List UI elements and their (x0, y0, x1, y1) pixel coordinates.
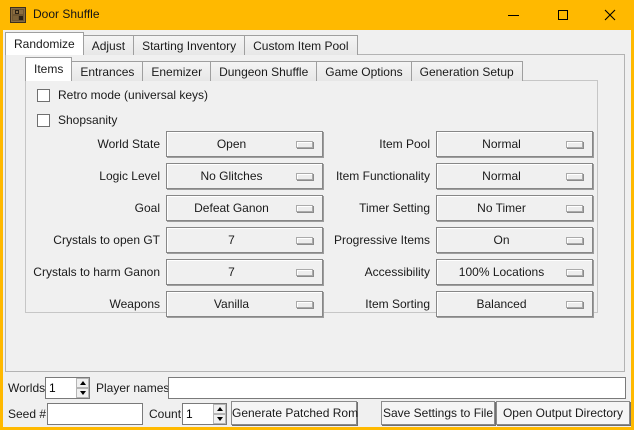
tab-enemizer[interactable]: Enemizer (142, 61, 211, 81)
crystals-ganon-label: Crystals to harm Ganon (26, 259, 160, 285)
tab-entrances[interactable]: Entrances (71, 61, 143, 81)
slot-bar-icon (566, 269, 583, 276)
window: Door Shuffle Randomize Adjust Starting I… (0, 0, 634, 430)
main-tab-bar: Randomize Adjust Starting Inventory Cust… (5, 32, 358, 55)
weapons-label: Weapons (26, 291, 160, 317)
world-state-label: World State (26, 131, 160, 157)
count-spinner[interactable] (182, 403, 227, 425)
generate-patched-rom-button[interactable]: Generate Patched Rom (231, 401, 357, 425)
worlds-spin-buttons (76, 378, 89, 398)
worlds-spin-up-button[interactable] (76, 378, 89, 388)
tab-adjust[interactable]: Adjust (83, 35, 134, 55)
timer-setting-dropdown[interactable]: No Timer (436, 195, 593, 221)
up-arrow-icon (217, 407, 223, 411)
tab-game-options[interactable]: Game Options (316, 61, 411, 81)
save-settings-button[interactable]: Save Settings to File (381, 401, 495, 425)
crystals-gt-label: Crystals to open GT (26, 227, 160, 253)
slot-bar-icon (566, 141, 583, 148)
retro-mode-checkbox[interactable] (37, 89, 50, 102)
timer-setting-label: Timer Setting (300, 195, 430, 221)
count-spin-down-button[interactable] (213, 414, 226, 424)
door-icon (10, 7, 26, 23)
crystals-gt-value: 7 (167, 228, 296, 252)
world-state-value: Open (167, 132, 296, 156)
up-arrow-icon (80, 381, 86, 385)
tab-dungeon-shuffle[interactable]: Dungeon Shuffle (210, 61, 317, 81)
slot-bar-icon (566, 173, 583, 180)
slot-bar-icon (566, 237, 583, 244)
open-output-directory-button[interactable]: Open Output Directory (496, 401, 630, 425)
seed-input[interactable] (47, 403, 143, 425)
player-names-input[interactable] (168, 377, 626, 399)
count-spin-up-button[interactable] (213, 404, 226, 414)
item-pool-dropdown[interactable]: Normal (436, 131, 593, 157)
minimize-icon (508, 15, 519, 16)
minimize-button[interactable] (490, 0, 536, 30)
progressive-items-value: On (437, 228, 566, 252)
item-functionality-value: Normal (437, 164, 566, 188)
count-spin-buttons (213, 404, 226, 424)
goal-value: Defeat Ganon (167, 196, 296, 220)
item-sorting-value: Balanced (437, 292, 566, 316)
shopsanity-checkbox[interactable] (37, 114, 50, 127)
tab-items[interactable]: Items (25, 57, 72, 81)
titlebar[interactable]: Door Shuffle (0, 0, 634, 30)
item-pool-label: Item Pool (300, 131, 430, 157)
shopsanity-label: Shopsanity (58, 113, 117, 127)
tab-starting-inventory[interactable]: Starting Inventory (133, 35, 245, 55)
timer-setting-value: No Timer (437, 196, 566, 220)
slot-bar-icon (566, 301, 583, 308)
retro-mode-row: Retro mode (universal keys) (37, 88, 208, 102)
weapons-value: Vanilla (167, 292, 296, 316)
worlds-spin-down-button[interactable] (76, 388, 89, 398)
player-names-label: Player names (96, 380, 169, 396)
accessibility-dropdown[interactable]: 100% Locations (436, 259, 593, 285)
down-arrow-icon (217, 417, 223, 421)
item-pool-value: Normal (437, 132, 566, 156)
worlds-label: Worlds (8, 380, 45, 396)
worlds-spinner[interactable] (45, 377, 90, 399)
sub-tab-bar: Items Entrances Enemizer Dungeon Shuffle… (25, 57, 523, 81)
slot-bar-icon (566, 205, 583, 212)
close-icon (604, 9, 616, 21)
item-functionality-dropdown[interactable]: Normal (436, 163, 593, 189)
tab-generation-setup[interactable]: Generation Setup (411, 61, 523, 81)
maximize-icon (558, 10, 568, 20)
accessibility-value: 100% Locations (437, 260, 566, 284)
logic-level-label: Logic Level (26, 163, 160, 189)
item-functionality-label: Item Functionality (300, 163, 430, 189)
maximize-button[interactable] (540, 0, 586, 30)
crystals-ganon-value: 7 (167, 260, 296, 284)
count-input[interactable] (183, 404, 213, 424)
down-arrow-icon (80, 391, 86, 395)
tab-randomize[interactable]: Randomize (5, 32, 84, 55)
tab-custom-item-pool[interactable]: Custom Item Pool (244, 35, 357, 55)
item-sorting-label: Item Sorting (300, 291, 430, 317)
count-label: Count (149, 406, 181, 422)
item-sorting-dropdown[interactable]: Balanced (436, 291, 593, 317)
retro-mode-label: Retro mode (universal keys) (58, 88, 208, 102)
progressive-items-label: Progressive Items (300, 227, 430, 253)
accessibility-label: Accessibility (300, 259, 430, 285)
goal-label: Goal (26, 195, 160, 221)
close-button[interactable] (587, 0, 633, 30)
seed-label: Seed # (8, 406, 46, 422)
logic-level-value: No Glitches (167, 164, 296, 188)
progressive-items-dropdown[interactable]: On (436, 227, 593, 253)
window-title: Door Shuffle (33, 7, 100, 21)
shopsanity-row: Shopsanity (37, 113, 117, 127)
worlds-input[interactable] (46, 378, 76, 398)
